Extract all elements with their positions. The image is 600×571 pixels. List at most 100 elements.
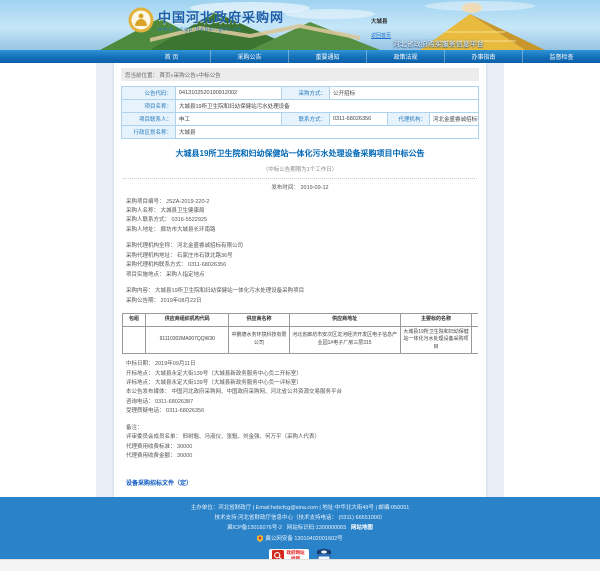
footer-security-line: 冀公网安备 13010402001602号: [257, 534, 343, 544]
nav-item-policies[interactable]: 政策法规: [366, 50, 444, 63]
nav-item-guide[interactable]: 办事指南: [444, 50, 522, 63]
publish-time: 发布时间： 2019-09-12: [121, 183, 479, 191]
site-logo-icon: [128, 7, 154, 33]
publish-date: 2019-09-12: [300, 184, 329, 191]
content-block: 采购内容： 大城县19所卫生院和妇幼保健站一体化污水处理设备采购项目 采购公告期…: [121, 287, 479, 306]
detail-line: 采购代理机构地址： 石家庄市石铁北路36号: [126, 252, 233, 259]
detail-line: 采购代理机构联系方式： 0311-68026356: [126, 262, 227, 269]
find-error-badge-label: 政府网站找错: [286, 550, 305, 559]
summary-row: 项目名称： 大城县19所卫生院和妇幼保健站污水处理设备: [121, 99, 479, 113]
banner-tagline: 河北省政府购买服务信息平台: [393, 41, 484, 48]
footer-line-registration: 冀ICP备13016076号-2 网站标识码:1300000065 网站地图: [0, 523, 600, 533]
summary-label: 项目名称：: [121, 99, 176, 113]
attachment-link[interactable]: 设备采购招标文件（定）: [121, 478, 192, 487]
detail-line: 评标地点： 大城县永定大街139号（大城县新政务服务中心负一评标室）: [126, 379, 302, 386]
detail-line: 中标日期： 2019年09月11日: [126, 361, 196, 368]
article-title: 大城县19所卫生院和妇幼保健站一体化污水处理设备采购项目中标公告: [175, 149, 425, 158]
bottom-strip: [0, 559, 600, 571]
detail-line: 代理费用收费标准： 30000: [126, 443, 193, 450]
detail-line: 开标地点： 大城县永定大街139号（大城县新政务服务中心负二开标室）: [126, 370, 302, 377]
summary-label: 联系方式：: [281, 112, 330, 126]
supplier-table: 包组 供应商组织机构代码 供应商名称 供应商地址 主要标的名称 标的基本情况 规…: [122, 313, 478, 355]
footer-site-code: 网站标识码:1300000065: [286, 525, 347, 532]
main-area: 您当前位置： 首页»采购公告»中标公告 公告代码： 04131025201909…: [0, 63, 600, 497]
summary-value: 申工: [175, 112, 282, 126]
site-logo: 中国河北政府采购网 www.ccgp-hebei.gov.cn: [128, 7, 284, 33]
sitemap-link[interactable]: 网站地图: [351, 525, 373, 531]
site-url: www.ccgp-hebei.gov.cn: [158, 27, 242, 33]
summary-value: 大城县: [175, 125, 479, 139]
col-subject-name: 主要标的名称: [399, 313, 473, 327]
region-box: 大城县 返回首页: [371, 6, 391, 40]
detail-line: 采购内容： 大城县19所卫生院和妇幼保健站一体化污水处理设备采购项目: [126, 288, 305, 295]
content-frame: 您当前位置： 首页»采购公告»中标公告 公告代码： 04131025201909…: [96, 63, 504, 497]
footer-security-text: 冀公网安备 13010402001602号: [265, 535, 343, 542]
col-package: 包组: [122, 313, 147, 327]
nav-item-home[interactable]: 首 页: [133, 50, 210, 63]
col-basic-info: 标的基本情况: [471, 313, 478, 327]
main-nav: 首 页 采购公告 重要通知 政策法规 办事指南 监督检查: [0, 50, 600, 63]
summary-label: 代理机构：: [387, 112, 430, 126]
summary-label: 行政区划名称：: [121, 125, 176, 139]
breadcrumb-label: 您当前位置：: [125, 72, 159, 79]
detail-line: 本公告发布媒体： 中国河北政府采购网、中国政府采购网、河北省公共资源交易服务平台: [126, 389, 343, 396]
detail-line: 采购代理机构全称： 河北金盛睿诚招标有限公司: [126, 243, 244, 250]
breadcrumb: 您当前位置： 首页»采购公告»中标公告: [121, 68, 479, 81]
nav-item-procurement-announcements[interactable]: 采购公告: [210, 50, 288, 63]
cell-supplier-name: 中鹏德水务环境科技有限公司: [228, 325, 290, 355]
trusted-site-badge-icon: [316, 548, 331, 559]
summary-row: 项目联系人： 申工 联系方式： 0311-68026356 代理机构： 河北金盛…: [121, 112, 479, 126]
cell-supplier-address: 河北省廊坊市安次区龙河经济开发区电子信息产业园1#电子厂房三层315: [288, 325, 401, 355]
content-panel: 您当前位置： 首页»采购公告»中标公告 公告代码： 04131025201909…: [114, 63, 486, 497]
footer-line-support: 技术支持:河北省财政厅信息中心（技术支持电话： (0311) 66651000）: [214, 515, 386, 522]
summary-table: 公告代码： 0413102520190912002 采购方式： 公开招标 项目名…: [121, 86, 479, 139]
agency-block: 采购代理机构全称： 河北金盛睿诚招标有限公司 采购代理机构地址： 石家庄市石铁北…: [121, 242, 479, 280]
notes-block: 备注： 评审委员会成员名单： 邢树魁、冯淑仪、张魁、刘金强、何万平（采购人代表）…: [121, 424, 479, 462]
region-name: 大城县: [371, 19, 388, 25]
magnifier-icon: [271, 550, 284, 559]
col-supplier-address: 供应商地址: [288, 313, 401, 327]
site-banner: 中国河北政府采购网 www.ccgp-hebei.gov.cn 大城县 返回首页…: [0, 0, 600, 50]
footer-icp: 冀ICP备13016076号-2: [227, 525, 283, 532]
nav-item-supervision[interactable]: 监督检查: [522, 50, 600, 63]
summary-label: 采购方式：: [281, 86, 330, 100]
summary-value: 0413102520190912002: [175, 86, 282, 100]
summary-value: 公开招标: [329, 86, 479, 100]
award-block: 中标日期： 2019年09月11日 开标地点： 大城县永定大街139号（大城县新…: [121, 360, 479, 417]
site-title: 中国河北政府采购网: [158, 10, 285, 25]
footer-line-host: 主办单位：河北省财政厅 | Email:hebcfcg@sina.com | 地…: [190, 505, 410, 511]
supplier-table-row: 91110302MA007QQW30 中鹏德水务环境科技有限公司 河北省廊坊市安…: [122, 325, 478, 355]
article-subtitle: （中标公告期限为1个工作日）: [262, 166, 338, 173]
detail-line: 采购人联系方式： 0316-5522925: [126, 217, 208, 224]
trusted-site-badge[interactable]: [316, 548, 332, 559]
divider: [123, 177, 477, 179]
supplier-table-header-row: 包组 供应商组织机构代码 供应商名称 供应商地址 主要标的名称 标的基本情况 规…: [122, 313, 478, 327]
nav-item-important-notices[interactable]: 重要通知: [288, 50, 366, 63]
detail-line: 采购项目编号： JSZA-2019-220-2: [126, 198, 210, 205]
detail-line: 采购公告期： 2019年08月22日: [126, 297, 202, 304]
summary-row: 公告代码： 0413102520190912002 采购方式： 公开招标: [121, 86, 479, 100]
col-supplier-code: 供应商组织机构代码: [145, 313, 230, 327]
summary-value: 大城县19所卫生院和妇幼保健站污水处理设备: [175, 99, 479, 113]
breadcrumb-path[interactable]: 首页»采购公告»中标公告: [160, 73, 221, 79]
find-error-badge[interactable]: 政府网站找错: [268, 548, 309, 559]
cell-basic-info: [471, 325, 478, 355]
footer-badges: 政府网站找错: [0, 548, 600, 559]
region-home-link[interactable]: 返回首页: [371, 32, 391, 40]
summary-label: 项目联系人：: [121, 112, 176, 126]
page: 中国河北政府采购网 www.ccgp-hebei.gov.cn 大城县 返回首页…: [0, 0, 600, 571]
summary-value: 河北金盛睿诚招标有限公司: [429, 112, 479, 126]
detail-line: 项目实施地点： 采购人指定地点: [126, 271, 205, 278]
banner-artwork: [100, 1, 545, 50]
public-security-badge-icon: [257, 535, 264, 543]
cell-subject-name: 大城县19所卫生院和妇幼保健站一体化污水处理设备采购项目: [399, 325, 473, 355]
detail-line: 代理费用收费金额： 30000: [126, 453, 193, 460]
summary-row: 行政区划名称： 大城县: [121, 125, 479, 139]
supplier-table-scroll[interactable]: 包组 供应商组织机构代码 供应商名称 供应商地址 主要标的名称 标的基本情况 规…: [122, 313, 478, 355]
detail-line: 受理质疑电话： 0311-68026356: [126, 408, 205, 415]
detail-line: 采购人名称： 大城县卫生健康局: [126, 208, 205, 214]
footer: 主办单位：河北省财政厅 | Email:hebcfcg@sina.com | 地…: [0, 497, 600, 559]
cell-package: [122, 325, 147, 355]
purchaser-block: 采购项目编号： JSZA-2019-220-2 采购人名称： 大城县卫生健康局 …: [121, 198, 479, 236]
detail-line: 采购人地址： 廊坊市大城县长环南路: [126, 226, 216, 233]
